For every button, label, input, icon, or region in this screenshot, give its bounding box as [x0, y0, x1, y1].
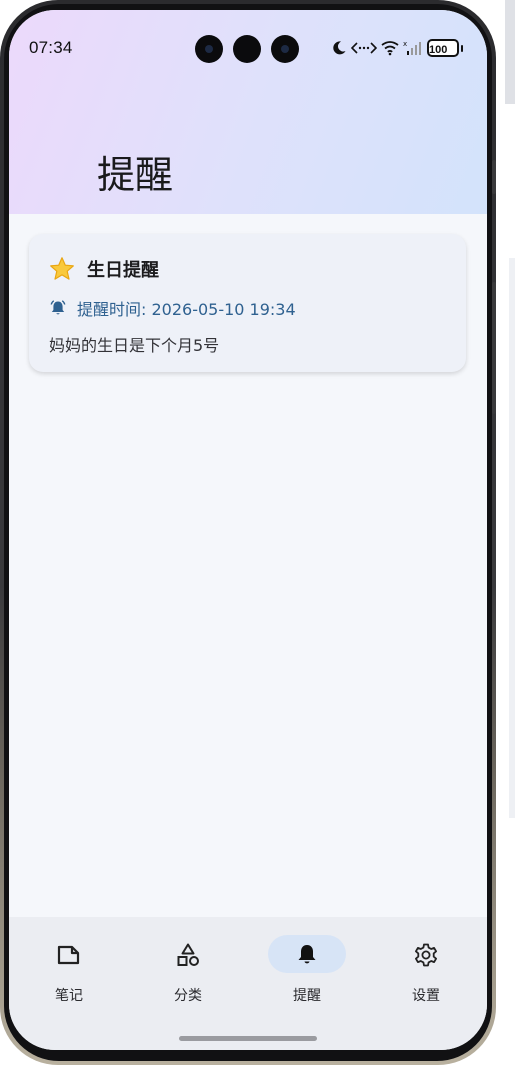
status-icons: x 100 [331, 38, 463, 58]
nav-item-categories[interactable]: 分类 [148, 935, 228, 1005]
reminder-title: 生日提醒 [87, 260, 159, 281]
reminder-title-row: 生日提醒 [49, 256, 159, 282]
nav-item-reminders[interactable]: 提醒 [267, 935, 347, 1005]
nav-item-settings[interactable]: 设置 [386, 935, 466, 1005]
moon-icon [333, 41, 346, 55]
background-strip [505, 0, 515, 104]
camera-cutout [271, 35, 299, 63]
wifi-icon [381, 41, 399, 56]
status-bar: 07:34 x 100 [9, 10, 487, 66]
nav-label-reminders: 提醒 [293, 988, 321, 1004]
star-icon [50, 257, 74, 280]
bell-icon [298, 945, 316, 964]
nav-item-notes[interactable]: 笔记 [29, 935, 109, 1005]
settings-icon [415, 943, 437, 967]
camera-cutout [233, 35, 261, 63]
reminder-card[interactable]: 生日提醒 提醒时间: 2026-05-10 19:34 妈妈的生日是下个月5号 [29, 234, 466, 372]
battery-tip [461, 44, 463, 52]
nav-label-settings: 设置 [412, 988, 440, 1004]
background-strip [509, 258, 515, 818]
battery-indicator: 100 [427, 39, 459, 57]
reminder-time: 提醒时间: 2026-05-10 19:34 [77, 300, 296, 319]
category-icon [177, 943, 199, 966]
side-button [492, 160, 496, 194]
alarm-bell-icon [50, 300, 66, 315]
signal-icon: x [403, 40, 421, 55]
nav-label-categories: 分类 [174, 988, 202, 1004]
reminder-note: 妈妈的生日是下个月5号 [49, 336, 220, 355]
home-indicator[interactable] [179, 1036, 317, 1041]
note-icon [57, 945, 80, 965]
status-time: 07:34 [29, 38, 73, 57]
camera-cutout [195, 35, 223, 63]
header: 07:34 x 100 提醒 [9, 10, 487, 214]
side-button [492, 352, 496, 414]
nav-label-notes: 笔记 [55, 988, 83, 1004]
svg-text:x: x [403, 40, 407, 48]
bottom-nav: 笔记 分类 提醒 设置 [9, 917, 487, 1050]
screen: 07:34 x 100 提醒 生日提醒 提醒时间: 2026-05-10 19:… [9, 10, 487, 1050]
reminder-time-row: 提醒时间: 2026-05-10 19:34 [49, 296, 296, 320]
page-title: 提醒 [97, 153, 174, 197]
data-transfer-icon [351, 42, 377, 54]
